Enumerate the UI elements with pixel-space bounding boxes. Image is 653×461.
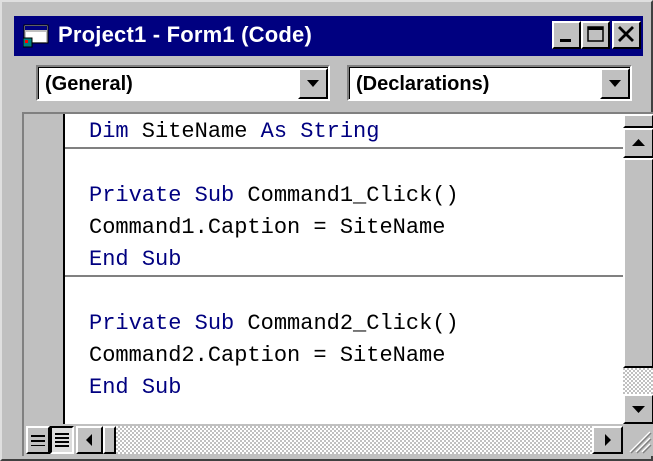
maximize-icon (587, 26, 604, 42)
procedure-combobox-value: (Declarations) (356, 73, 490, 95)
arrow-left-icon (86, 434, 92, 446)
code-token: Command1.Caption = SiteName (89, 215, 446, 240)
close-button[interactable] (612, 21, 641, 49)
scroll-right-button[interactable] (592, 426, 623, 454)
keyword-token: End (89, 247, 129, 272)
keyword-token: Sub (141, 247, 182, 272)
code-line: Private Sub Command1_Click() (89, 183, 459, 209)
object-combobox[interactable]: (General) (36, 65, 330, 101)
split-bar[interactable] (623, 114, 653, 128)
vb-form-icon[interactable] (22, 24, 49, 48)
code-line: End Sub (89, 375, 181, 401)
code-editor-frame: Dim SiteName As String Private Sub Comma… (22, 112, 653, 456)
scroll-left-button[interactable] (76, 426, 103, 454)
chevron-down-icon (609, 80, 621, 87)
code-line: Command2.Caption = SiteName (89, 343, 445, 369)
code-token: Command2_Click() (234, 311, 459, 336)
code-token: SiteName (128, 119, 261, 144)
maximize-button[interactable] (581, 21, 610, 49)
code-line: End Sub (89, 247, 181, 273)
procedure-view-icon (31, 435, 45, 446)
keyword-token: Sub (194, 311, 235, 336)
keyword-token: Private (89, 311, 182, 336)
code-line: Command1.Caption = SiteName (89, 215, 445, 241)
keyword-token: Sub (194, 183, 235, 208)
close-icon (618, 26, 634, 42)
horizontal-scroll-thumb[interactable] (103, 426, 116, 454)
keyword-token: As (260, 119, 288, 144)
title-bar[interactable]: Project1 - Form1 (Code) (14, 16, 643, 56)
code-token: Command2.Caption = SiteName (89, 343, 446, 368)
keyword-token: End (89, 375, 129, 400)
margin-indicator-bar[interactable] (24, 114, 65, 424)
code-line: Private Sub Command2_Click() (89, 311, 459, 337)
arrow-up-icon (632, 139, 645, 146)
full-module-view-button[interactable] (50, 426, 74, 454)
keyword-token: Sub (141, 375, 182, 400)
procedure-dropdown-button[interactable] (600, 68, 630, 99)
scroll-up-button[interactable] (623, 128, 653, 158)
scroll-down-button[interactable] (623, 394, 653, 424)
keyword-token: Dim (89, 119, 129, 144)
vertical-scroll-thumb[interactable] (623, 158, 653, 368)
procedure-separator (65, 147, 623, 149)
code-editor[interactable]: Dim SiteName As String Private Sub Comma… (65, 114, 623, 424)
code-token: Command1_Click() (234, 183, 459, 208)
procedure-view-button[interactable] (26, 426, 50, 454)
resize-grip-icon[interactable] (624, 426, 652, 454)
horizontal-scroll-track[interactable] (116, 426, 592, 454)
keyword-token: Private (89, 183, 182, 208)
arrow-down-icon (632, 406, 645, 413)
procedure-combobox[interactable]: (Declarations) (347, 65, 632, 101)
window-title: Project1 - Form1 (Code) (58, 22, 312, 47)
full-module-view-icon (55, 433, 69, 447)
keyword-token: String (300, 119, 380, 144)
minimize-button[interactable] (552, 21, 581, 49)
object-combobox-value: (General) (45, 73, 133, 95)
bottom-bar (24, 424, 653, 456)
minimize-icon (560, 39, 571, 42)
procedure-separator (65, 275, 623, 277)
chevron-down-icon (307, 80, 319, 87)
arrow-right-icon (605, 434, 611, 446)
code-line: Dim SiteName As String (89, 119, 379, 145)
vertical-scrollbar[interactable] (623, 114, 653, 424)
object-dropdown-button[interactable] (298, 68, 328, 99)
code-window: Project1 - Form1 (Code) (General) (Decla… (0, 0, 653, 461)
